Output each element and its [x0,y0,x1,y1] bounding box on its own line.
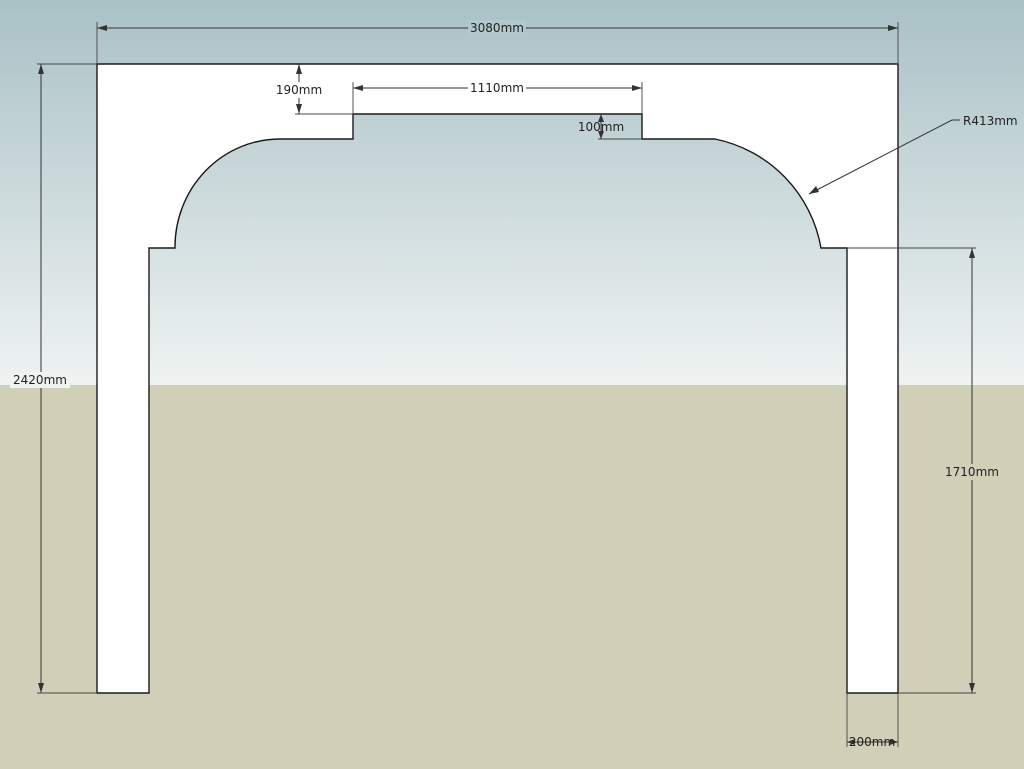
opening-height-label: 1710mm [945,465,999,479]
top-beam-depth-label: 190mm [276,83,322,97]
overall-height-label: 2420mm [13,373,67,387]
arch-radius-label: R413mm [963,114,1018,128]
arch-drawing-canvas: 3080mm 2420mm 190mm 1110mm 100mm R413mm … [0,0,1024,769]
center-recess-width-label: 1110mm [470,81,524,95]
center-recess-depth-label: 100mm [578,120,624,134]
overall-width-label: 3080mm [470,21,524,35]
leg-width-label: 200mm [849,735,895,749]
